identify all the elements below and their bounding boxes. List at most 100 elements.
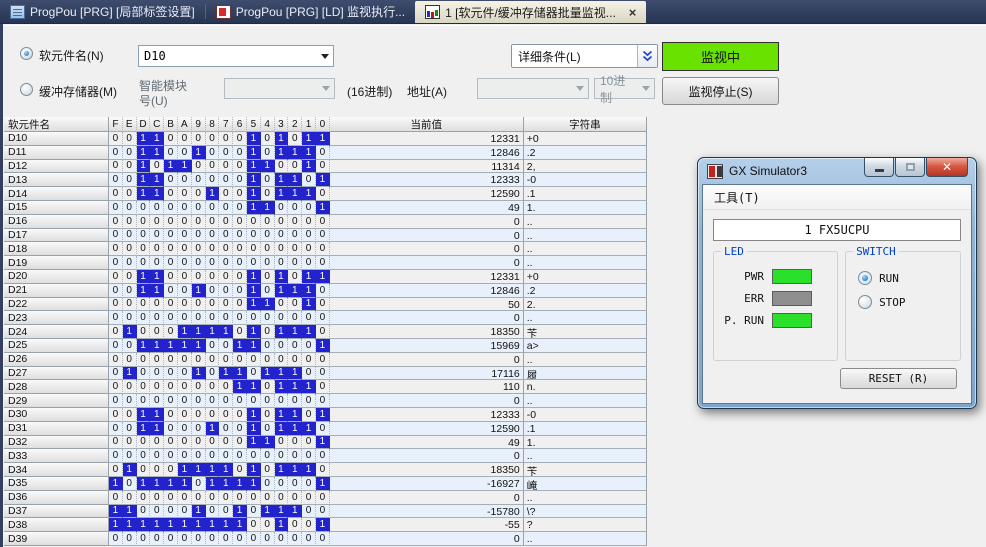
bit-cell[interactable]: 1 [247,270,261,284]
detail-condition-button[interactable]: 详细条件(L) [511,44,658,68]
run-radio[interactable] [858,271,872,285]
bit-cell[interactable]: 0 [192,436,206,450]
bit-cell[interactable]: 0 [247,518,261,532]
bit-cell[interactable]: 0 [123,187,137,201]
bit-cell[interactable]: 0 [233,491,247,505]
bit-cell[interactable]: 0 [288,353,302,367]
bit-cell[interactable]: 0 [275,160,289,174]
string-cell[interactable]: 崦 [524,477,647,491]
monitoring-status-button[interactable]: 监视中 [662,42,779,71]
bit-cell[interactable]: 0 [288,436,302,450]
bit-cell[interactable]: 0 [219,160,233,174]
bit-cell[interactable]: 0 [109,160,123,174]
bit-cell[interactable]: 1 [123,505,137,519]
bit-cell[interactable]: 0 [164,436,178,450]
bit-cell[interactable]: 1 [150,270,164,284]
bit-cell[interactable]: 0 [150,449,164,463]
bit-cell[interactable]: 1 [150,339,164,353]
value-cell[interactable]: 12331 [330,132,524,146]
value-cell[interactable]: 12590 [330,187,524,201]
device-cell[interactable]: D32 [4,436,109,450]
bit-cell[interactable]: 0 [302,367,316,381]
bit-cell[interactable]: 0 [261,532,275,546]
value-cell[interactable]: 15969 [330,339,524,353]
bit-cell[interactable]: 1 [247,436,261,450]
bit-cell[interactable]: 1 [275,132,289,146]
bit-cell[interactable]: 0 [109,173,123,187]
bit-cell[interactable]: 0 [192,229,206,243]
bit-cell[interactable]: 0 [233,270,247,284]
bit-cell[interactable]: 1 [123,463,137,477]
bit-cell[interactable]: 0 [137,311,151,325]
bit-cell[interactable]: 0 [261,353,275,367]
bit-cell[interactable]: 0 [206,284,220,298]
bit-cell[interactable]: 0 [178,408,192,422]
bit-cell[interactable]: 0 [233,532,247,546]
bit-cell[interactable]: 0 [261,256,275,270]
bit-cell[interactable]: 0 [137,532,151,546]
bit-cell[interactable]: 0 [192,187,206,201]
value-cell[interactable]: 18350 [330,325,524,339]
bit-cell[interactable]: 0 [206,201,220,215]
bit-cell[interactable]: 0 [137,380,151,394]
device-cell[interactable]: D30 [4,408,109,422]
bit-cell[interactable]: 0 [206,160,220,174]
bit-cell[interactable]: 0 [219,132,233,146]
value-cell[interactable]: 49 [330,436,524,450]
bit-cell[interactable]: 1 [206,325,220,339]
bit-cell[interactable]: 0 [123,229,137,243]
bit-cell[interactable]: 1 [316,270,330,284]
bit-cell[interactable]: 1 [275,146,289,160]
bit-cell[interactable]: 0 [192,242,206,256]
bit-cell[interactable]: 1 [137,146,151,160]
device-cell[interactable]: D38 [4,518,109,532]
bit-cell[interactable]: 0 [288,518,302,532]
bit-cell[interactable]: 0 [261,132,275,146]
bit-cell[interactable]: 1 [302,380,316,394]
bit-cell[interactable]: 0 [178,201,192,215]
string-cell[interactable]: .2 [524,146,647,160]
bit-cell[interactable]: 0 [288,311,302,325]
bit-cell[interactable]: 1 [192,505,206,519]
bit-cell[interactable]: 0 [164,187,178,201]
string-cell[interactable]: .. [524,532,647,546]
bit-cell[interactable]: 0 [261,380,275,394]
device-cell[interactable]: D27 [4,367,109,381]
device-cell[interactable]: D12 [4,160,109,174]
bit-cell[interactable]: 0 [302,215,316,229]
bit-cell[interactable]: 1 [150,173,164,187]
bit-cell[interactable]: 0 [164,408,178,422]
bit-cell[interactable]: 0 [178,422,192,436]
bit-cell[interactable]: 0 [261,477,275,491]
bit-cell[interactable]: 0 [109,146,123,160]
bit-cell[interactable]: 0 [178,367,192,381]
bit-cell[interactable]: 0 [219,146,233,160]
bit-cell[interactable]: 0 [192,160,206,174]
bit-cell[interactable]: 1 [275,284,289,298]
value-cell[interactable]: 12846 [330,284,524,298]
bit-cell[interactable]: 0 [275,311,289,325]
bit-cell[interactable]: 1 [150,132,164,146]
bit-cell[interactable]: 0 [164,532,178,546]
string-cell[interactable]: +0 [524,270,647,284]
stop-radio[interactable] [858,295,872,309]
bit-cell[interactable]: 0 [247,311,261,325]
bit-cell[interactable]: 1 [137,173,151,187]
bit-cell[interactable]: 1 [316,201,330,215]
string-cell[interactable]: 2. [524,298,647,312]
bit-cell[interactable]: 1 [109,505,123,519]
bit-cell[interactable]: 0 [109,394,123,408]
bit-cell[interactable]: 1 [164,160,178,174]
device-cell[interactable]: D35 [4,477,109,491]
bit-cell[interactable]: 0 [164,491,178,505]
value-cell[interactable]: 12590 [330,422,524,436]
bit-cell[interactable]: 0 [219,270,233,284]
bit-cell[interactable]: 1 [247,408,261,422]
bit-cell[interactable]: 0 [178,505,192,519]
bit-cell[interactable]: 1 [247,298,261,312]
bit-cell[interactable]: 0 [302,532,316,546]
bit-cell[interactable]: 0 [233,449,247,463]
bit-cell[interactable]: 1 [109,518,123,532]
bit-cell[interactable]: 0 [206,270,220,284]
bit-cell[interactable]: 1 [316,436,330,450]
